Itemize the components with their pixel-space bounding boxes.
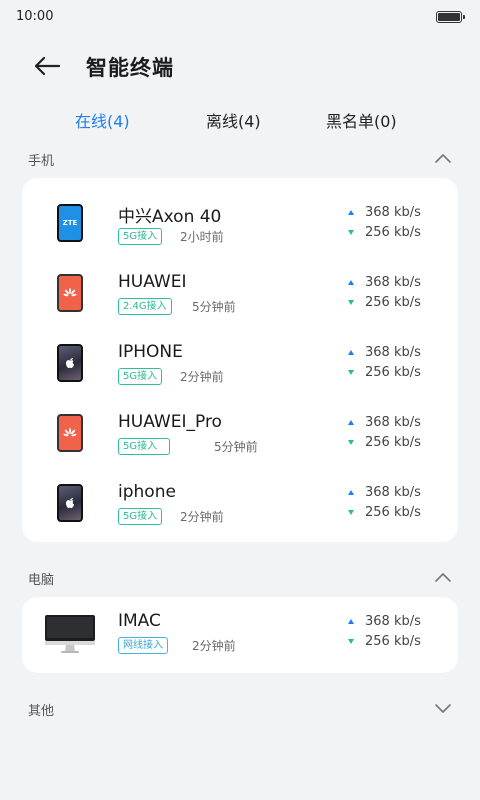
app-header: 智能终端 (0, 44, 480, 88)
upload-arrow-icon (348, 350, 354, 355)
section-title: 手机 (28, 154, 55, 169)
upload-speed: 368 kb/s (365, 415, 421, 430)
device-name: iphone (118, 482, 176, 502)
device-name: IPHONE (118, 342, 183, 362)
last-seen: 2小时前 (180, 230, 224, 244)
device-row[interactable]: ZTE 中兴Axon 40 5G接入 2小时前 368 kb/s 256 kb/… (22, 192, 458, 262)
section-header-computers[interactable]: 电脑 (0, 565, 480, 591)
download-arrow-icon (348, 639, 354, 644)
iphone-icon (57, 484, 83, 522)
device-name: HUAWEI_Pro (118, 412, 222, 432)
device-row[interactable]: HUAWEI 2.4G接入 5分钟前 368 kb/s 256 kb/s (22, 262, 458, 332)
device-name: 中兴Axon 40 (118, 207, 222, 227)
download-speed: 256 kb/s (365, 225, 421, 240)
connection-tag: 2.4G接入 (118, 298, 172, 315)
section-header-phones[interactable]: 手机 (0, 146, 480, 172)
tab-blacklist[interactable]: 黑名单(0) (326, 108, 397, 132)
page-title: 智能终端 (86, 56, 174, 80)
connection-tag: 5G接入 (118, 228, 163, 245)
chevron-up-icon[interactable] (434, 571, 452, 583)
last-seen: 2分钟前 (180, 510, 224, 524)
device-row[interactable]: iphone 5G接入 2分钟前 368 kb/s 256 kb/s (22, 472, 458, 542)
device-row[interactable]: IPHONE 5G接入 2分钟前 368 kb/s 256 kb/s (22, 332, 458, 402)
upload-speed: 368 kb/s (365, 275, 421, 290)
download-arrow-icon (348, 370, 354, 375)
connection-tag: 网线接入 (118, 637, 168, 654)
last-seen: 5分钟前 (214, 440, 258, 454)
download-speed: 256 kb/s (365, 505, 421, 520)
device-row[interactable]: IMAC 网线接入 2分钟前 368 kb/s 256 kb/s (22, 601, 458, 671)
iphone-icon (57, 344, 83, 382)
last-seen: 5分钟前 (192, 300, 236, 314)
download-speed: 256 kb/s (365, 365, 421, 380)
battery-icon (436, 11, 465, 23)
upload-speed: 368 kb/s (365, 345, 421, 360)
download-speed: 256 kb/s (365, 295, 421, 310)
device-row[interactable]: HUAWEI_Pro 5G接入 5分钟前 368 kb/s 256 kb/s (22, 402, 458, 472)
section-title: 其他 (28, 704, 55, 719)
upload-speed: 368 kb/s (365, 205, 421, 220)
tab-online[interactable]: 在线(4) (75, 108, 130, 132)
download-arrow-icon (348, 440, 354, 445)
connection-tag: 5G接入 (118, 508, 163, 525)
connection-tag: 5G接入 (118, 438, 171, 455)
device-name: HUAWEI (118, 272, 187, 292)
upload-arrow-icon (348, 280, 354, 285)
download-arrow-icon (348, 230, 354, 235)
huawei-phone-icon (57, 414, 83, 452)
zte-logo-text: ZTE (62, 219, 78, 227)
chevron-down-icon[interactable] (434, 702, 452, 714)
download-arrow-icon (348, 300, 354, 305)
back-arrow-icon[interactable] (32, 52, 64, 80)
download-speed: 256 kb/s (365, 435, 421, 450)
imac-icon (45, 615, 95, 653)
phones-card: ZTE 中兴Axon 40 5G接入 2小时前 368 kb/s 256 kb/… (22, 178, 458, 542)
zte-phone-icon: ZTE (57, 204, 83, 242)
last-seen: 2分钟前 (192, 639, 236, 653)
download-speed: 256 kb/s (365, 634, 421, 649)
computers-card: IMAC 网线接入 2分钟前 368 kb/s 256 kb/s (22, 597, 458, 673)
upload-arrow-icon (348, 420, 354, 425)
huawei-phone-icon (57, 274, 83, 312)
chevron-up-icon[interactable] (434, 152, 452, 164)
download-arrow-icon (348, 510, 354, 515)
status-bar: 10:00 (0, 0, 480, 34)
tab-offline[interactable]: 离线(4) (206, 108, 261, 132)
connection-tag: 5G接入 (118, 368, 163, 385)
section-title: 电脑 (28, 573, 55, 588)
device-tabs: 在线(4) 离线(4) 黑名单(0) (0, 104, 480, 136)
upload-arrow-icon (348, 210, 354, 215)
upload-speed: 368 kb/s (365, 614, 421, 629)
upload-speed: 368 kb/s (365, 485, 421, 500)
status-time: 10:00 (16, 9, 54, 24)
section-header-other[interactable]: 其他 (0, 696, 480, 722)
device-name: IMAC (118, 611, 161, 631)
upload-arrow-icon (348, 490, 354, 495)
last-seen: 2分钟前 (180, 370, 224, 384)
upload-arrow-icon (348, 619, 354, 624)
